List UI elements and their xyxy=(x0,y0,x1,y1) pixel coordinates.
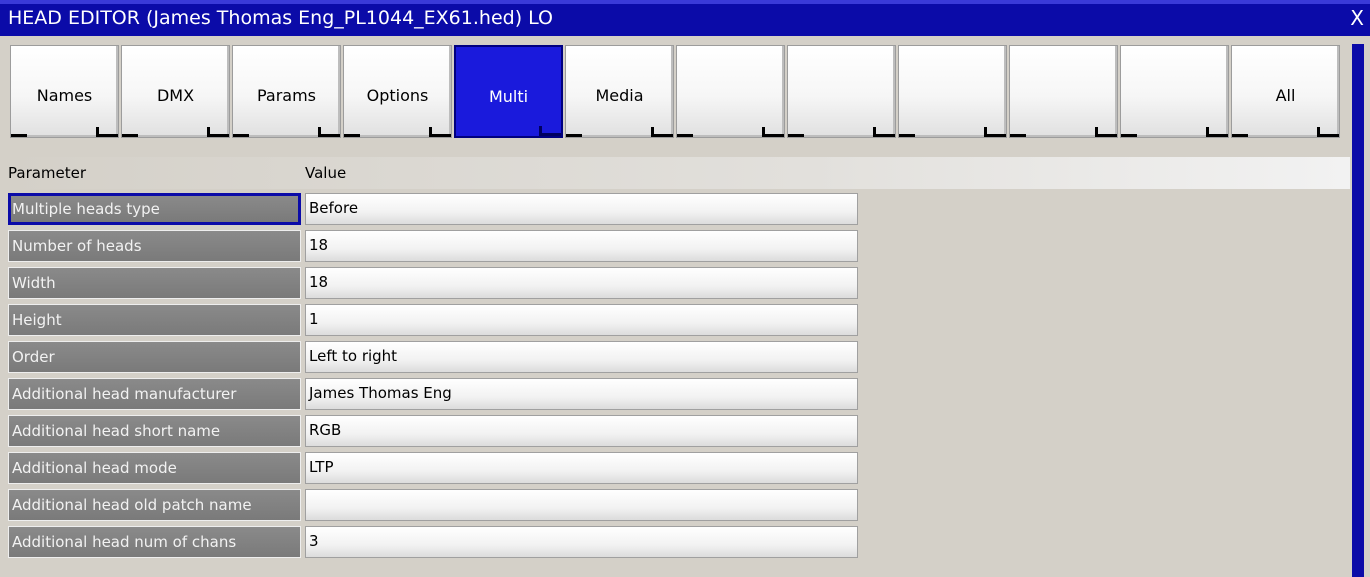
tab-notch xyxy=(1121,134,1137,137)
tab-notch xyxy=(763,134,784,137)
tab-empty-3[interactable] xyxy=(898,45,1007,138)
tab-notch xyxy=(344,134,360,137)
tab-names[interactable]: Names xyxy=(10,45,119,138)
grid-header: Parameter Value xyxy=(0,157,1350,189)
tab-multi[interactable]: Multi xyxy=(454,45,563,138)
tab-empty-1[interactable] xyxy=(676,45,785,138)
value-cell[interactable]: 1 xyxy=(305,304,858,336)
table-row: Additional head old patch name xyxy=(8,489,858,521)
tab-notch xyxy=(566,134,582,137)
tab-notch xyxy=(319,134,340,137)
tab-label: Media xyxy=(595,86,644,105)
tab-notch xyxy=(788,134,804,137)
window-title: HEAD EDITOR (James Thomas Eng_PL1044_EX6… xyxy=(8,7,554,29)
value-cell[interactable]: 18 xyxy=(305,267,858,299)
tab-empty-5[interactable] xyxy=(1120,45,1229,138)
tab-notch xyxy=(985,134,1006,137)
table-row: Height 1 xyxy=(8,304,858,336)
title-bar: HEAD EDITOR (James Thomas Eng_PL1044_EX6… xyxy=(0,0,1370,36)
parameter-cell[interactable]: Additional head short name xyxy=(8,415,301,447)
value-cell[interactable] xyxy=(305,489,858,521)
tab-notch xyxy=(11,134,27,137)
tab-notch xyxy=(652,134,673,137)
value-cell[interactable]: Before xyxy=(305,193,858,225)
column-header-parameter: Parameter xyxy=(8,164,87,182)
tab-options[interactable]: Options xyxy=(343,45,452,138)
parameter-cell[interactable]: Height xyxy=(8,304,301,336)
table-row: Additional head mode LTP xyxy=(8,452,858,484)
tab-notch xyxy=(1207,134,1228,137)
tab-label: All xyxy=(1275,86,1296,105)
tab-label: Multi xyxy=(488,87,529,106)
value-cell[interactable]: James Thomas Eng xyxy=(305,378,858,410)
tab-notch xyxy=(899,134,915,137)
parameter-cell[interactable]: Additional head old patch name xyxy=(8,489,301,521)
tab-media[interactable]: Media xyxy=(565,45,674,138)
parameter-cell[interactable]: Multiple heads type xyxy=(8,193,301,225)
tab-label: DMX xyxy=(156,86,195,105)
tab-notch xyxy=(1318,134,1339,137)
value-cell[interactable]: RGB xyxy=(305,415,858,447)
value-cell[interactable]: LTP xyxy=(305,452,858,484)
column-header-value: Value xyxy=(305,164,347,182)
tab-notch xyxy=(874,134,895,137)
tab-empty-4[interactable] xyxy=(1009,45,1118,138)
tab-notch xyxy=(233,134,249,137)
tab-notch xyxy=(97,134,118,137)
tab-label: Names xyxy=(36,86,93,105)
parameter-cell[interactable]: Additional head num of chans xyxy=(8,526,301,558)
tab-empty-2[interactable] xyxy=(787,45,896,138)
tab-params[interactable]: Params xyxy=(232,45,341,138)
table-row: Number of heads 18 xyxy=(8,230,858,262)
parameter-cell[interactable]: Additional head manufacturer xyxy=(8,378,301,410)
table-row: Additional head num of chans 3 xyxy=(8,526,858,558)
tab-notch xyxy=(1010,134,1026,137)
tab-notch xyxy=(540,133,561,136)
table-row: Additional head short name RGB xyxy=(8,415,858,447)
tab-dmx[interactable]: DMX xyxy=(121,45,230,138)
tab-bar: Names DMX Params Options Multi Media All xyxy=(10,45,1340,140)
tab-notch xyxy=(677,134,693,137)
tab-notch xyxy=(122,134,138,137)
tab-label: Params xyxy=(256,86,317,105)
value-cell[interactable]: Left to right xyxy=(305,341,858,373)
table-row: Order Left to right xyxy=(8,341,858,373)
tab-all[interactable]: All xyxy=(1231,45,1340,138)
close-button[interactable]: X xyxy=(1350,6,1364,30)
parameter-cell[interactable]: Width xyxy=(8,267,301,299)
table-row: Multiple heads type Before xyxy=(8,193,858,225)
scrollbar[interactable] xyxy=(1352,44,1364,577)
value-cell[interactable]: 3 xyxy=(305,526,858,558)
parameter-cell[interactable]: Order xyxy=(8,341,301,373)
tab-label: Options xyxy=(366,86,429,105)
tab-notch xyxy=(430,134,451,137)
parameter-cell[interactable]: Additional head mode xyxy=(8,452,301,484)
table-row: Additional head manufacturer James Thoma… xyxy=(8,378,858,410)
tab-notch xyxy=(1096,134,1117,137)
tab-notch xyxy=(208,134,229,137)
value-cell[interactable]: 18 xyxy=(305,230,858,262)
table-row: Width 18 xyxy=(8,267,858,299)
tab-notch xyxy=(1232,134,1248,137)
parameter-cell[interactable]: Number of heads xyxy=(8,230,301,262)
